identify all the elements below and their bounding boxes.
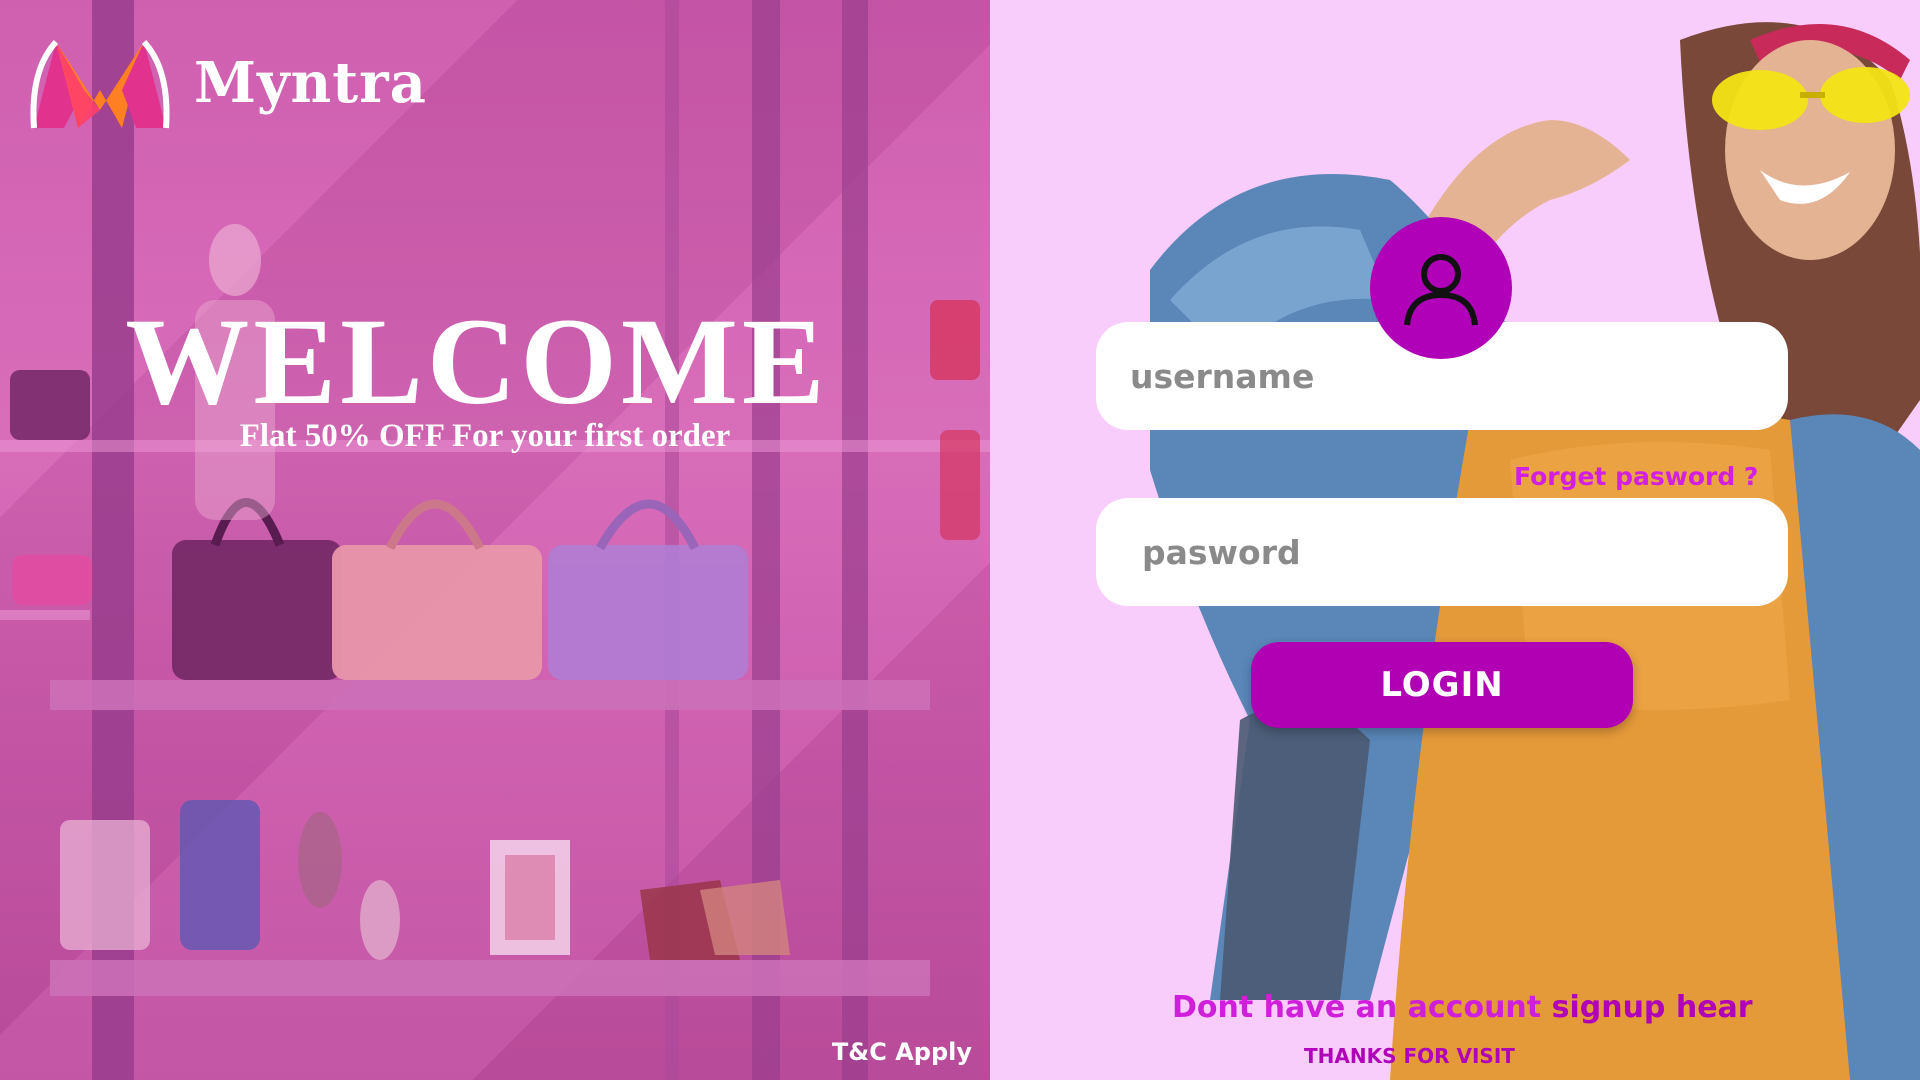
forgot-password-link[interactable]: Forget pasword ? [1514,462,1758,491]
user-avatar [1370,217,1512,359]
brand-name: Myntra [194,50,427,116]
username-input[interactable] [1128,355,1788,397]
store-shelf-background [0,0,990,1080]
brand-header: Myntra [26,30,427,136]
signup-link[interactable]: signup hear [1552,990,1753,1025]
promo-panel: Myntra WELCOME Flat 50% OFF For your fir… [0,0,990,1080]
myntra-logo-icon [30,39,170,129]
offer-text: Flat 50% OFF For your first order [239,418,731,454]
password-field[interactable] [1096,498,1788,606]
thanks-text: THANKS FOR VISIT [1304,1044,1515,1068]
signup-prompt: Dont have an account signup hear [1172,990,1753,1025]
signup-prompt-text: Dont have an account [1172,990,1542,1025]
welcome-headline: WELCOME [125,293,829,430]
terms-link[interactable]: T&C Apply [832,1038,972,1066]
login-page: Myntra WELCOME Flat 50% OFF For your fir… [0,0,1920,1080]
password-input[interactable] [1140,531,1788,573]
login-button[interactable]: LOGIN [1251,642,1633,728]
user-icon [1404,254,1478,326]
